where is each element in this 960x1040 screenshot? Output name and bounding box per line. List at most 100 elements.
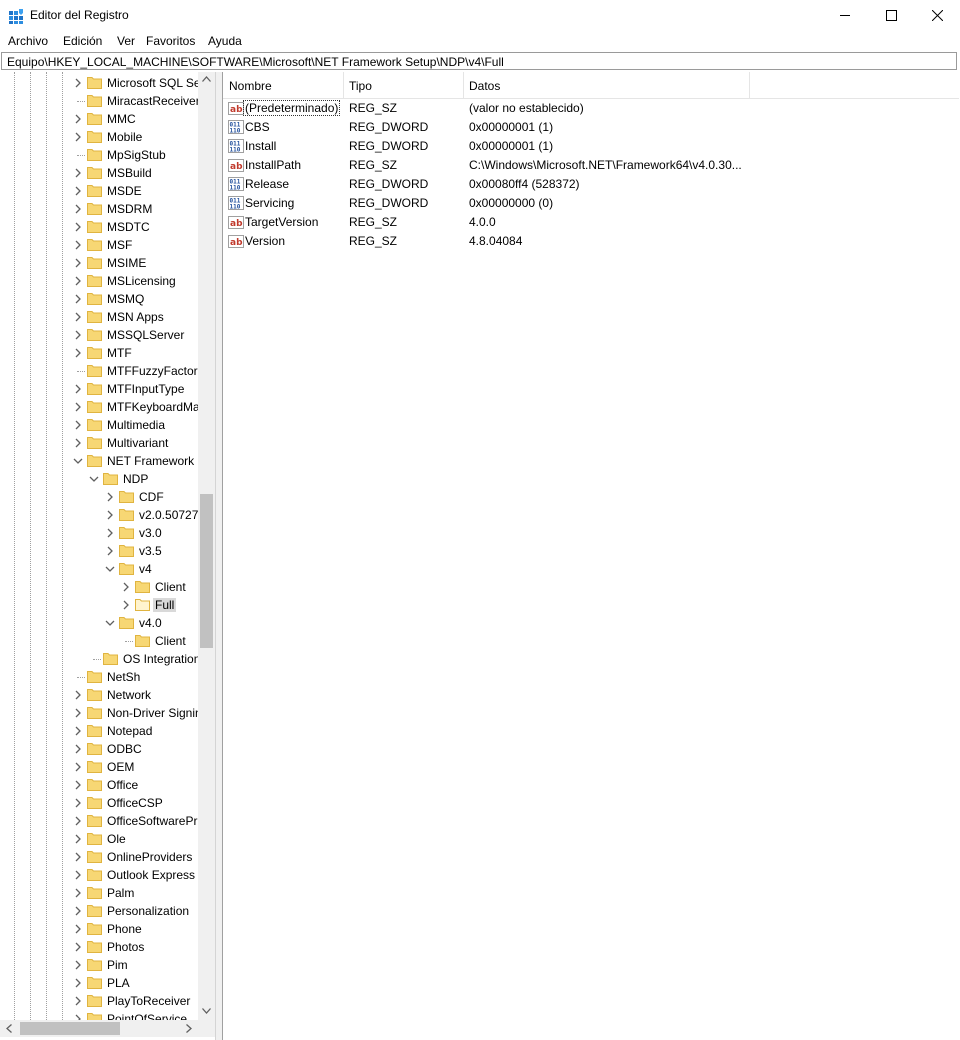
value-row[interactable]: 011 110 Servicing REG_DWORD 0x00000000 (0) [223, 193, 959, 212]
tree-item[interactable]: OfficeCSP [0, 794, 198, 812]
tree-item[interactable]: v3.5 [0, 542, 198, 560]
tree-item[interactable]: MTFKeyboardMa [0, 398, 200, 416]
chevron-right-icon[interactable] [73, 726, 83, 736]
tree-item[interactable]: NET Framework S [0, 452, 205, 470]
tree-item[interactable]: MpSigStub [0, 146, 198, 164]
tree-item[interactable]: Mobile [0, 128, 198, 146]
minimize-button[interactable] [822, 0, 868, 31]
tree-item[interactable]: MiracastReceiver [0, 92, 200, 110]
menu-ayuda[interactable]: Ayuda [208, 34, 242, 48]
value-row[interactable]: 011 110 Install REG_DWORD 0x00000001 (1) [223, 136, 959, 155]
key-tree[interactable]: Microsoft SQL Se MiracastReceiver MMC Mobil… [0, 72, 216, 1040]
tree-item[interactable]: OnlineProviders [0, 848, 198, 866]
tree-item[interactable]: MSDE [0, 182, 198, 200]
tree-item[interactable]: Client [0, 578, 198, 596]
tree-item[interactable]: MTFFuzzyFactors [0, 362, 204, 380]
scroll-down-icon[interactable] [202, 1008, 211, 1014]
chevron-right-icon[interactable] [73, 294, 83, 304]
tree-item[interactable]: v2.0.50727 [0, 506, 198, 524]
tree-item[interactable]: Microsoft SQL Se [0, 74, 201, 92]
menu-edicion[interactable]: Edición [63, 34, 102, 48]
menu-favoritos[interactable]: Favoritos [146, 34, 195, 48]
chevron-right-icon[interactable] [73, 186, 83, 196]
chevron-right-icon[interactable] [73, 780, 83, 790]
chevron-right-icon[interactable] [73, 438, 83, 448]
tree-item[interactable]: Full [0, 596, 198, 614]
tree-item[interactable]: PlayToReceiver [0, 992, 198, 1010]
tree-item[interactable]: MSDTC [0, 218, 198, 236]
tree-item[interactable]: MTFInputType [0, 380, 198, 398]
chevron-down-icon[interactable] [105, 564, 115, 574]
scroll-left-icon[interactable] [6, 1024, 12, 1033]
tree-horizontal-scroll-thumb[interactable] [20, 1022, 120, 1035]
chevron-right-icon[interactable] [105, 546, 115, 556]
tree-item[interactable]: MSBuild [0, 164, 198, 182]
chevron-right-icon[interactable] [73, 114, 83, 124]
values-list[interactable]: Nombre Tipo Datos ab (Predeterminado) REG_… [222, 72, 960, 1040]
tree-item[interactable]: Pim [0, 956, 198, 974]
chevron-right-icon[interactable] [105, 528, 115, 538]
tree-item[interactable]: MMC [0, 110, 198, 128]
tree-item[interactable]: OS Integration [0, 650, 200, 668]
chevron-right-icon[interactable] [121, 600, 131, 610]
chevron-right-icon[interactable] [73, 960, 83, 970]
tree-item[interactable]: NDP [0, 470, 198, 488]
tree-item[interactable]: v3.0 [0, 524, 198, 542]
tree-item[interactable]: MSN Apps [0, 308, 198, 326]
column-divider[interactable] [749, 72, 750, 98]
chevron-right-icon[interactable] [73, 312, 83, 322]
column-header-nombre[interactable]: Nombre [223, 72, 343, 98]
tree-item[interactable]: CDF [0, 488, 198, 506]
chevron-right-icon[interactable] [105, 492, 115, 502]
tree-item[interactable]: v4.0 [0, 614, 198, 632]
scroll-up-icon[interactable] [202, 76, 211, 82]
value-row[interactable]: ab InstallPath REG_SZ C:\Windows\Microsoft.… [223, 155, 959, 174]
tree-item[interactable]: Photos [0, 938, 198, 956]
chevron-right-icon[interactable] [73, 744, 83, 754]
chevron-down-icon[interactable] [89, 474, 99, 484]
chevron-right-icon[interactable] [73, 852, 83, 862]
tree-item[interactable]: Network [0, 686, 198, 704]
chevron-right-icon[interactable] [73, 816, 83, 826]
chevron-right-icon[interactable] [73, 78, 83, 88]
tree-vertical-scrollbar[interactable] [198, 72, 215, 1020]
tree-item[interactable]: Phone [0, 920, 198, 938]
value-row[interactable]: ab TargetVersion REG_SZ 4.0.0 [223, 212, 959, 231]
menu-ver[interactable]: Ver [117, 34, 135, 48]
tree-item[interactable]: MSLicensing [0, 272, 198, 290]
chevron-right-icon[interactable] [73, 924, 83, 934]
chevron-right-icon[interactable] [73, 996, 83, 1006]
chevron-right-icon[interactable] [73, 798, 83, 808]
tree-item[interactable]: Office [0, 776, 198, 794]
chevron-right-icon[interactable] [73, 402, 83, 412]
chevron-right-icon[interactable] [73, 888, 83, 898]
tree-horizontal-scrollbar[interactable] [0, 1020, 215, 1037]
value-row[interactable]: ab (Predeterminado) REG_SZ (valor no establ… [223, 98, 959, 117]
tree-item[interactable]: MSDRM [0, 200, 198, 218]
chevron-right-icon[interactable] [73, 222, 83, 232]
chevron-down-icon[interactable] [73, 456, 83, 466]
tree-item[interactable]: Notepad [0, 722, 198, 740]
address-bar[interactable]: Equipo\HKEY_LOCAL_MACHINE\SOFTWARE\Micro… [1, 52, 957, 70]
maximize-button[interactable] [868, 0, 914, 31]
tree-item[interactable]: Multimedia [0, 416, 198, 434]
tree-item[interactable]: Outlook Express [0, 866, 198, 884]
value-row[interactable]: ab Version REG_SZ 4.8.04084 [223, 231, 959, 250]
scroll-right-icon[interactable] [186, 1024, 192, 1033]
chevron-right-icon[interactable] [73, 384, 83, 394]
value-row[interactable]: 011 110 Release REG_DWORD 0x00080ff4 (528372… [223, 174, 959, 193]
tree-item[interactable]: MSIME [0, 254, 198, 272]
tree-item[interactable]: Client [0, 632, 198, 650]
chevron-right-icon[interactable] [121, 582, 131, 592]
chevron-right-icon[interactable] [73, 168, 83, 178]
tree-item[interactable]: Palm [0, 884, 198, 902]
chevron-right-icon[interactable] [73, 762, 83, 772]
value-row[interactable]: 011 110 CBS REG_DWORD 0x00000001 (1) [223, 117, 959, 136]
tree-item[interactable]: MSMQ [0, 290, 198, 308]
column-header-tipo[interactable]: Tipo [343, 72, 463, 98]
tree-item[interactable]: Multivariant [0, 434, 198, 452]
tree-item[interactable]: Non-Driver Signin [0, 704, 202, 722]
tree-item[interactable]: OEM [0, 758, 198, 776]
close-button[interactable] [914, 0, 960, 31]
chevron-right-icon[interactable] [73, 906, 83, 916]
